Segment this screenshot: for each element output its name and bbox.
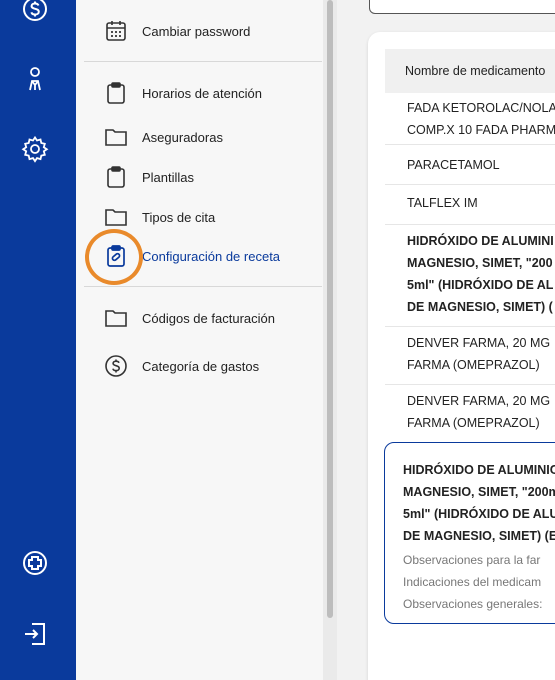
cell-text: FARMA (OMEPRAZOL): [407, 416, 540, 430]
folder-icon: [104, 205, 128, 229]
menu-item-tipos-de-cita[interactable]: Tipos de cita: [104, 203, 215, 231]
cell-text: DE MAGNESIO, SIMET) (: [407, 300, 553, 314]
table-row[interactable]: DENVER FARMA, 20 MG FARMA (OMEPRAZOL): [385, 327, 555, 385]
main-content: Nombre de medicamento FADA KETOROLAC/NOL…: [337, 0, 555, 680]
column-header-nombre-de-medicamento[interactable]: Nombre de medicamento: [385, 49, 555, 93]
table-row[interactable]: FADA KETOROLAC/NOLA COMP.X 10 FADA PHARM: [385, 93, 555, 145]
table-row[interactable]: DENVER FARMA, 20 MG FARMA (OMEPRAZOL): [385, 385, 555, 442]
settings-menu: Cambiar password Horarios de atención As…: [76, 0, 323, 680]
table-row[interactable]: HIDRÓXIDO DE ALUMINI MAGNESIO, SIMET, "2…: [385, 225, 555, 327]
menu-item-label: Cambiar password: [142, 23, 251, 39]
medication-table-card: Nombre de medicamento FADA KETOROLAC/NOL…: [368, 32, 555, 680]
menu-item-label: Códigos de facturación: [142, 310, 275, 326]
dollar-circle-icon[interactable]: [20, 0, 50, 24]
medication-title: MAGNESIO, SIMET, "200m: [403, 485, 555, 499]
medication-title: DE MAGNESIO, SIMET) (E: [403, 529, 555, 543]
menu-item-label: Categoría de gastos: [142, 358, 260, 374]
nav-rail: [0, 0, 76, 680]
scrollbar-thumb[interactable]: [327, 0, 333, 618]
menu-item-label: Tipos de cita: [142, 209, 216, 225]
menu-item-categoria-de-gastos[interactable]: Categoría de gastos: [104, 352, 259, 380]
menu-item-label: Aseguradoras: [142, 129, 223, 145]
selected-medication-card[interactable]: HIDRÓXIDO DE ALUMINIO MAGNESIO, SIMET, "…: [384, 442, 555, 624]
clipboard-icon: [104, 81, 128, 105]
menu-item-label: Horarios de atención: [142, 85, 262, 101]
medical-staff-icon[interactable]: [20, 63, 50, 93]
calendar-icon: [104, 19, 128, 43]
cell-text: DENVER FARMA, 20 MG: [407, 394, 551, 408]
cell-text: DENVER FARMA, 20 MG: [407, 336, 551, 350]
folder-icon: [104, 125, 128, 149]
menu-item-codigos-de-facturacion[interactable]: Códigos de facturación: [104, 304, 275, 332]
table-row[interactable]: PARACETAMOL: [385, 145, 555, 185]
general-observations: Observaciones generales:: [403, 597, 543, 611]
menu-divider: [84, 286, 322, 287]
cell-text: PARACETAMOL: [407, 158, 500, 172]
table-row[interactable]: TALFLEX IM: [385, 185, 555, 225]
plus-circle-icon[interactable]: [20, 548, 50, 578]
menu-divider: [84, 61, 322, 62]
menu-item-label: Configuración de receta: [142, 248, 281, 264]
menu-scrollbar[interactable]: [323, 0, 337, 680]
cell-text: COMP.X 10 FADA PHARM: [407, 123, 555, 137]
dollar-circle-icon: [104, 354, 128, 378]
folder-icon: [104, 306, 128, 330]
menu-item-horarios[interactable]: Horarios de atención: [104, 79, 262, 107]
cell-text: FARMA (OMEPRAZOL): [407, 358, 540, 372]
cell-text: MAGNESIO, SIMET, "200: [407, 256, 553, 270]
medication-indications: Indicaciones del medicam: [403, 575, 542, 589]
logout-icon[interactable]: [20, 619, 50, 649]
clipboard-icon: [104, 165, 128, 189]
cell-text: TALFLEX IM: [407, 196, 478, 210]
menu-item-plantillas[interactable]: Plantillas: [104, 163, 194, 191]
menu-item-cambiar-password[interactable]: Cambiar password: [104, 17, 250, 45]
search-input[interactable]: [369, 0, 555, 14]
medication-title: 5ml" (HIDRÓXIDO DE ALU: [403, 507, 555, 521]
cell-text: HIDRÓXIDO DE ALUMINI: [407, 234, 554, 248]
menu-item-aseguradoras[interactable]: Aseguradoras: [104, 123, 223, 151]
focus-highlight-ring: [85, 229, 143, 285]
medication-title: HIDRÓXIDO DE ALUMINIO: [403, 463, 555, 477]
cell-text: 5ml" (HIDRÓXIDO DE AL: [407, 278, 554, 292]
menu-item-label: Plantillas: [142, 169, 195, 185]
pharmacy-observations: Observaciones para la far: [403, 553, 541, 567]
gear-icon[interactable]: [20, 134, 50, 164]
cell-text: FADA KETOROLAC/NOLA: [407, 101, 555, 115]
